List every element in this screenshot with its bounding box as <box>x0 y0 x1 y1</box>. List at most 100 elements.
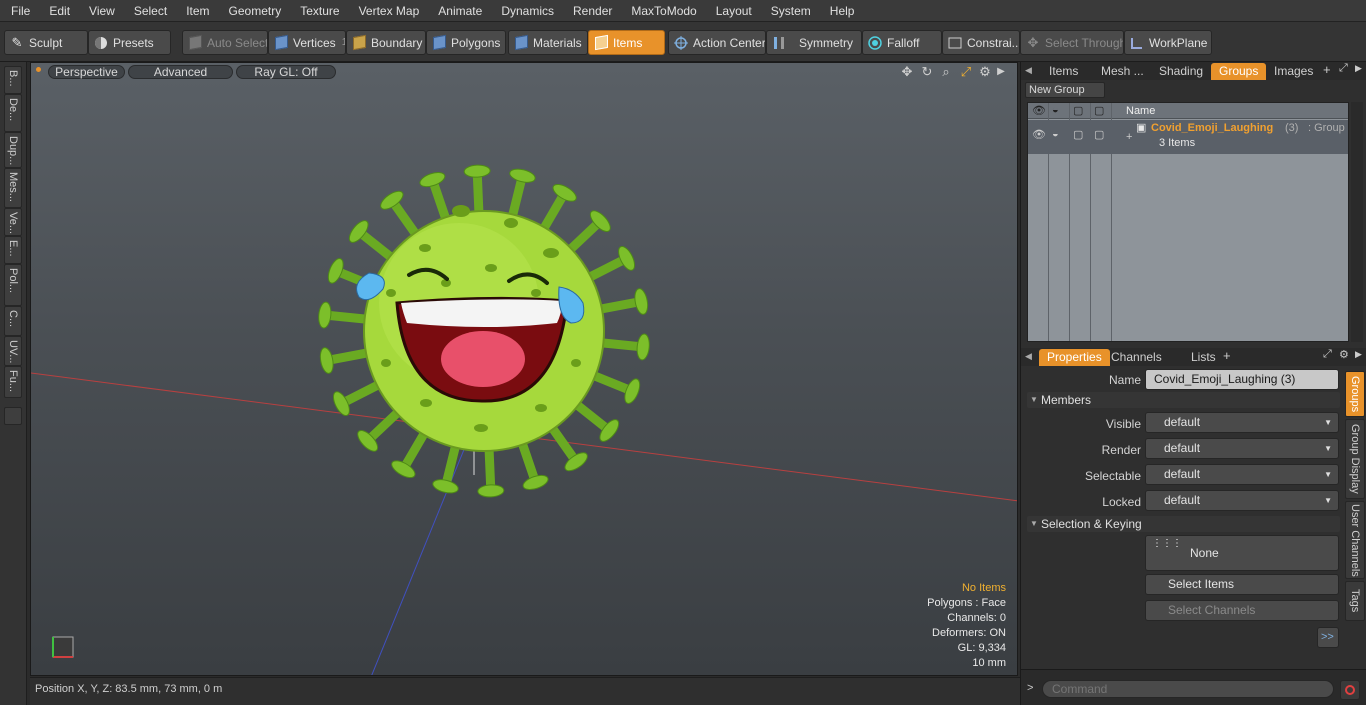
menu-view[interactable]: View <box>78 0 123 22</box>
add-props-tab-icon[interactable]: + <box>1223 348 1231 363</box>
action-center-button[interactable]: Action Center <box>668 30 766 55</box>
tool-tab-uv[interactable]: UV... <box>4 336 22 366</box>
tool-tab-extra[interactable] <box>4 407 22 425</box>
panel-menu-icon[interactable]: ◀ <box>1025 65 1033 77</box>
menu-animate[interactable]: Animate <box>427 0 490 22</box>
selectable-dropdown[interactable]: default <box>1145 464 1339 485</box>
group-name: Covid_Emoji_Laughing <box>1151 122 1274 134</box>
auto-select-button[interactable]: Auto Select <box>182 30 268 55</box>
new-group-button[interactable]: New Group <box>1025 82 1105 98</box>
vertices-button[interactable]: Vertices1 <box>268 30 346 55</box>
tab-lists[interactable]: Lists <box>1183 349 1224 366</box>
menu-maxtomodo[interactable]: MaxToModo <box>620 0 704 22</box>
tool-tab-mesh-edit[interactable]: Mes... <box>4 168 22 208</box>
boundary-button[interactable]: Boundary <box>346 30 426 55</box>
menu-edit[interactable]: Edit <box>38 0 78 22</box>
props-menu-icon[interactable]: ◀ <box>1025 351 1032 362</box>
locked-dropdown[interactable]: default <box>1145 490 1339 511</box>
tab-properties[interactable]: Properties <box>1039 349 1110 366</box>
groups-list[interactable]: 👁 ◒ ▢ ▢ Name 👁 ◒ ▢ ▢ + ▣ Covid_Emoji_Lau… <box>1027 102 1349 342</box>
workplane-button[interactable]: WorkPlane <box>1124 30 1212 55</box>
polygons-icon <box>431 34 447 51</box>
menu-layout[interactable]: Layout <box>705 0 760 22</box>
tab-mesh[interactable]: Mesh ... <box>1093 63 1152 80</box>
symmetry-button[interactable]: Symmetry <box>766 30 862 55</box>
visible-dropdown[interactable]: default <box>1145 412 1339 433</box>
row-select-icon[interactable]: ▢ <box>1094 128 1104 141</box>
tool-tab-fusion[interactable]: Fu... <box>4 366 22 398</box>
symmetry-icon <box>771 35 787 51</box>
falloff-button[interactable]: Falloff <box>862 30 942 55</box>
tool-tab-duplicate[interactable]: Dup... <box>4 132 22 168</box>
select-channels-button[interactable]: Select Channels <box>1145 600 1339 621</box>
sculpt-label: Sculpt <box>29 35 63 50</box>
menu-file[interactable]: File <box>0 0 38 22</box>
expand-icon[interactable]: + <box>1126 131 1132 143</box>
keying-none-button[interactable]: ⋮⋮⋮ None <box>1145 535 1339 571</box>
menu-vertex-map[interactable]: Vertex Map <box>348 0 428 22</box>
menu-system[interactable]: System <box>760 0 819 22</box>
visibility-column-icon[interactable]: 👁 <box>1032 104 1046 117</box>
main-toolbar: ✎ Sculpt Presets Auto Select Vertices1 Bo… <box>0 22 1366 62</box>
menu-dynamics[interactable]: Dynamics <box>490 0 562 22</box>
tool-tab-basic[interactable]: B... <box>4 66 22 94</box>
group-name-field[interactable]: Covid_Emoji_Laughing (3) <box>1145 369 1339 390</box>
side-tab-user-channels[interactable]: User Channels <box>1345 501 1365 579</box>
row-lock-icon[interactable]: ▢ <box>1073 128 1083 141</box>
tab-shading[interactable]: Shading <box>1151 63 1211 80</box>
tool-tab-edge[interactable]: E... <box>4 236 22 264</box>
more-button[interactable]: >> <box>1317 627 1339 648</box>
groups-scrollbar[interactable] <box>1351 102 1363 342</box>
maximize-icon[interactable]: ⤢ <box>1339 62 1348 75</box>
presets-button[interactable]: Presets <box>88 30 171 55</box>
constraints-label: Constrai... <box>967 35 1020 50</box>
add-tab-icon[interactable]: + <box>1323 62 1331 77</box>
command-input[interactable] <box>1042 680 1334 698</box>
row-visibility-icon[interactable]: 👁 <box>1032 128 1046 141</box>
constraints-button[interactable]: Constrai... <box>942 30 1020 55</box>
tab-groups[interactable]: Groups <box>1211 63 1267 80</box>
polygons-button[interactable]: Polygons <box>426 30 506 55</box>
props-gear-icon[interactable]: ⚙ <box>1339 348 1349 361</box>
props-maximize-icon[interactable]: ⤢ <box>1323 348 1332 361</box>
side-tab-group-display[interactable]: Group Display <box>1345 419 1365 499</box>
tool-tab-deform[interactable]: De... <box>4 94 22 132</box>
menu-select[interactable]: Select <box>123 0 175 22</box>
group-row[interactable]: 👁 ◒ ▢ ▢ + ▣ Covid_Emoji_Laughing (3) : G… <box>1028 120 1348 154</box>
props-arrow-icon[interactable]: ▶ <box>1355 349 1362 360</box>
name-column-header[interactable]: Name <box>1126 105 1155 117</box>
render-column-icon[interactable]: ◒ <box>1052 104 1059 116</box>
menu-geometry[interactable]: Geometry <box>218 0 290 22</box>
side-tab-groups[interactable]: Groups <box>1345 371 1365 417</box>
side-tab-tags[interactable]: Tags <box>1345 581 1365 621</box>
tool-tab-vertex[interactable]: Ve... <box>4 208 22 236</box>
members-section[interactable]: Members <box>1027 392 1340 408</box>
select-through-icon: ✥ <box>1027 34 1039 50</box>
status-bar: Position X, Y, Z: 83.5 mm, 73 mm, 0 m <box>30 677 1020 705</box>
command-record-button[interactable] <box>1340 680 1360 700</box>
render-dropdown[interactable]: default <box>1145 438 1339 459</box>
tool-tab-curve[interactable]: C... <box>4 306 22 336</box>
tab-items[interactable]: Items <box>1041 63 1086 80</box>
lock-column-icon[interactable]: ▢ <box>1073 104 1083 117</box>
command-bar: > <box>1021 669 1366 705</box>
panel-arrow-icon[interactable]: ▶ <box>1355 63 1362 74</box>
covid-emoji-model[interactable] <box>318 164 651 498</box>
select-column-icon[interactable]: ▢ <box>1094 104 1104 117</box>
sculpt-button[interactable]: ✎ Sculpt <box>4 30 88 55</box>
select-items-button[interactable]: Select Items <box>1145 574 1339 595</box>
selection-keying-section[interactable]: Selection & Keying <box>1027 516 1340 532</box>
props-panel-tabs: ◀ Properties Channels Lists + ⤢ ⚙ ▶ <box>1021 348 1366 366</box>
menu-item[interactable]: Item <box>175 0 217 22</box>
menu-help[interactable]: Help <box>819 0 863 22</box>
menu-texture[interactable]: Texture <box>289 0 347 22</box>
3d-viewport[interactable]: Perspective Advanced Ray GL: Off ✥ ↻ ⌕ ⤢… <box>30 62 1018 676</box>
tab-images[interactable]: Images <box>1266 63 1321 80</box>
row-render-icon[interactable]: ◒ <box>1052 128 1059 140</box>
tab-channels[interactable]: Channels <box>1103 349 1170 366</box>
tool-tab-polygon[interactable]: Pol... <box>4 264 22 306</box>
select-through-button[interactable]: ✥ Select Through <box>1020 30 1124 55</box>
items-button[interactable]: Items <box>588 30 665 55</box>
materials-button[interactable]: Materials <box>508 30 588 55</box>
menu-render[interactable]: Render <box>562 0 620 22</box>
